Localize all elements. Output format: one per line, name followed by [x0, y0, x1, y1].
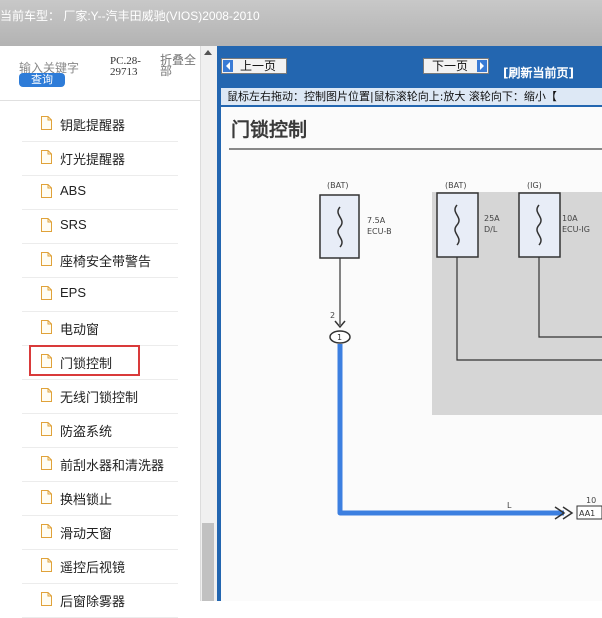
- sidebar-item-srs[interactable]: SRS: [22, 209, 178, 244]
- sidebar-item-label: 座椅安全带警告: [60, 254, 152, 269]
- connector-number: 1: [337, 333, 342, 342]
- diagram-title: 门锁控制: [231, 118, 307, 141]
- sidebar-item-label: SRS: [60, 217, 87, 232]
- current-vehicle-title: 当前车型： 厂家:Y--汽丰田威驰(VIOS)2008-2010: [0, 9, 260, 23]
- terminal-label: AA1: [579, 509, 595, 518]
- sidebar-item-label: 钥匙提醒器: [60, 118, 126, 133]
- document-icon: [41, 490, 52, 504]
- fuse-name: ECU-B: [367, 227, 392, 236]
- fuse-name: D/L: [484, 225, 498, 234]
- refresh-current-page-link[interactable]: [刷新当前页]: [503, 64, 574, 81]
- document-icon: [41, 150, 52, 164]
- prev-page-button[interactable]: 上一页: [221, 58, 287, 74]
- sidebar-item-seatbelt-warning[interactable]: 座椅安全带警告: [22, 243, 178, 278]
- document-icon: [41, 252, 52, 266]
- sidebar-item-label: 遥控后视镜: [60, 560, 126, 575]
- pc-code-label: PC.28-29713: [110, 55, 141, 78]
- fuse-source: (BAT): [327, 181, 348, 190]
- sidebar-item-front-wiper-washer[interactable]: 前刮水器和清洗器: [22, 447, 178, 482]
- sidebar-item-label: ABS: [60, 183, 87, 198]
- sidebar-divider: [0, 100, 200, 101]
- fuse-rating: 25A: [484, 214, 500, 223]
- arrow-right-icon: [477, 60, 487, 72]
- fold-all-button[interactable]: 折叠全部: [160, 54, 196, 77]
- query-button[interactable]: 查询: [19, 73, 65, 87]
- next-page-button[interactable]: 下一页: [423, 58, 489, 74]
- pin-number: 2: [330, 311, 335, 320]
- sidebar-item-eps[interactable]: EPS: [22, 277, 178, 312]
- document-icon: [41, 388, 52, 402]
- document-icon: [41, 218, 52, 232]
- document-icon: [41, 456, 52, 470]
- next-page-label: 下一页: [432, 59, 469, 73]
- mouse-hint-bar: 鼠标左右拖动：控制图片位置|鼠标滚轮向上:放大 滚轮向下：缩小【: [221, 88, 602, 105]
- document-icon: [41, 116, 52, 130]
- sidebar-item-label: EPS: [60, 285, 87, 300]
- sidebar-item-shift-lock[interactable]: 换档锁止: [22, 481, 178, 516]
- fuse-rating: 10A: [562, 214, 578, 223]
- sidebar-item-key-reminder[interactable]: 钥匙提醒器: [22, 107, 178, 142]
- sidebar-scrollbar[interactable]: [200, 46, 217, 601]
- sidebar-item-label: 无线门锁控制: [60, 390, 139, 405]
- fuse-rating: 7.5A: [367, 216, 386, 225]
- scroll-up-arrow-icon[interactable]: [204, 50, 212, 55]
- sidebar-item-label: 滑动天窗: [60, 526, 113, 541]
- sidebar-item-label: 换档锁止: [60, 492, 113, 507]
- document-icon: [41, 558, 52, 572]
- document-icon: [41, 422, 52, 436]
- selected-item-highlight: [29, 345, 140, 376]
- sidebar-item-label: 前刮水器和清洗器: [60, 458, 165, 473]
- fuse-name: ECU-IG: [562, 225, 590, 234]
- sidebar-item-power-window[interactable]: 电动窗: [22, 311, 178, 346]
- wiring-diagram[interactable]: 门锁控制 (BAT) 7.5A ECU-B (BAT) 25A D/L (IG)…: [221, 107, 602, 601]
- sidebar-item-abs[interactable]: ABS: [22, 175, 178, 210]
- scrollbar-thumb[interactable]: [202, 523, 214, 601]
- title-bar: 当前车型： 厂家:Y--汽丰田威驰(VIOS)2008-2010: [0, 0, 602, 47]
- wire-color-label: L: [507, 501, 512, 510]
- sidebar-item-label: 灯光提醒器: [60, 152, 126, 167]
- fuse-source: (IG): [527, 181, 542, 190]
- sidebar-item-light-reminder[interactable]: 灯光提醒器: [22, 141, 178, 176]
- sidebar-item-sliding-roof[interactable]: 滑动天窗: [22, 515, 178, 550]
- sidebar-item-label: 防盗系统: [60, 424, 113, 439]
- document-icon: [41, 320, 52, 334]
- wiring-diagram-svg: 门锁控制 (BAT) 7.5A ECU-B (BAT) 25A D/L (IG)…: [229, 118, 602, 520]
- fuse-source: (BAT): [445, 181, 466, 190]
- sidebar-item-theft-deterrent[interactable]: 防盗系统: [22, 413, 178, 448]
- document-icon: [41, 524, 52, 538]
- sidebar-item-wireless-door-lock[interactable]: 无线门锁控制: [22, 379, 178, 414]
- terminal-pin-number: 10: [586, 496, 596, 505]
- document-icon: [41, 286, 52, 300]
- sidebar-item-remote-mirror[interactable]: 遥控后视镜: [22, 549, 178, 584]
- content-panel: 上一页 下一页 [刷新当前页] 鼠标左右拖动：控制图片位置|鼠标滚轮向上:放大 …: [217, 46, 602, 601]
- document-icon: [41, 184, 52, 198]
- sidebar-item-label: 电动窗: [60, 322, 100, 337]
- prev-page-label: 上一页: [240, 59, 277, 73]
- arrow-left-icon: [223, 60, 233, 72]
- document-icon: [41, 592, 52, 606]
